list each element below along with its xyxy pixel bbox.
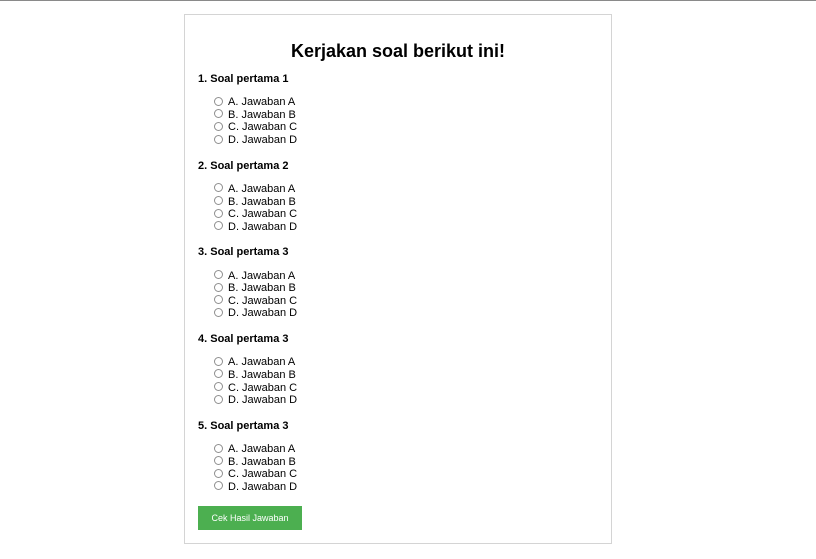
answer-option-c[interactable]: C. Jawaban C bbox=[214, 295, 297, 308]
answer-label: C. Jawaban C bbox=[228, 208, 298, 221]
answer-option-b[interactable]: B. Jawaban B bbox=[214, 195, 297, 208]
answer-label: A. Jawaban A bbox=[228, 182, 296, 195]
radio-button[interactable] bbox=[214, 121, 223, 131]
radio-button[interactable] bbox=[214, 481, 223, 491]
check-answers-button[interactable]: Cek Hasil Jawaban bbox=[198, 506, 302, 530]
answer-option-b[interactable]: B. Jawaban B bbox=[214, 455, 297, 468]
answer-option-c[interactable]: C. Jawaban C bbox=[214, 121, 297, 134]
answer-label: D. Jawaban D bbox=[228, 220, 298, 233]
question-label: 3. Soal pertama 3 bbox=[198, 246, 289, 259]
answer-label: B. Jawaban B bbox=[228, 455, 296, 468]
answer-options: A. Jawaban A B. Jawaban B C. Jawaban C D… bbox=[214, 356, 297, 406]
question-2: 2. Soal pertama 2 A. Jawaban A B. Jawaba… bbox=[198, 159, 598, 246]
answer-option-c[interactable]: C. Jawaban C bbox=[214, 208, 297, 221]
question-label: 4. Soal pertama 3 bbox=[198, 333, 289, 346]
radio-button[interactable] bbox=[214, 208, 223, 218]
answer-option-d[interactable]: D. Jawaban D bbox=[214, 134, 297, 147]
radio-button[interactable] bbox=[214, 270, 223, 280]
radio-button[interactable] bbox=[214, 282, 223, 292]
radio-button[interactable] bbox=[214, 382, 223, 392]
answer-option-a[interactable]: A. Jawaban A bbox=[214, 183, 297, 196]
answer-label: A. Jawaban A bbox=[228, 96, 296, 109]
question-label: 1. Soal pertama 1 bbox=[198, 73, 289, 85]
answer-options: A. Jawaban A B. Jawaban B C. Jawaban C D… bbox=[214, 269, 297, 319]
answer-option-b[interactable]: B. Jawaban B bbox=[214, 282, 297, 295]
top-divider bbox=[0, 0, 816, 1]
answer-label: B. Jawaban B bbox=[228, 108, 296, 121]
radio-button[interactable] bbox=[214, 356, 223, 366]
question-4: 4. Soal pertama 3 A. Jawaban A B. Jawaba… bbox=[198, 332, 598, 419]
question-5: 5. Soal pertama 3 A. Jawaban A B. Jawaba… bbox=[198, 419, 598, 506]
answer-option-a[interactable]: A. Jawaban A bbox=[214, 443, 297, 456]
answer-label: C. Jawaban C bbox=[228, 381, 298, 394]
radio-button[interactable] bbox=[214, 109, 223, 119]
radio-button[interactable] bbox=[214, 468, 223, 478]
answer-label: B. Jawaban B bbox=[228, 195, 296, 208]
answer-options: A. Jawaban A B. Jawaban B C. Jawaban C D… bbox=[214, 443, 297, 493]
answer-label: C. Jawaban C bbox=[228, 294, 298, 307]
answer-option-b[interactable]: B. Jawaban B bbox=[214, 109, 297, 122]
answer-label: B. Jawaban B bbox=[228, 368, 296, 381]
answer-label: A. Jawaban A bbox=[228, 443, 296, 456]
quiz-card: Kerjakan soal berikut ini! 1. Soal perta… bbox=[184, 14, 612, 544]
answer-option-a[interactable]: A. Jawaban A bbox=[214, 269, 297, 282]
radio-button[interactable] bbox=[214, 295, 223, 305]
page-title: Kerjakan soal berikut ini! bbox=[290, 41, 506, 61]
question-list: 1. Soal pertama 1 A. Jawaban A B. Jawaba… bbox=[198, 72, 598, 505]
answer-options: A. Jawaban A B. Jawaban B C. Jawaban C D… bbox=[214, 183, 297, 233]
answer-label: C. Jawaban C bbox=[228, 468, 298, 481]
answer-label: A. Jawaban A bbox=[228, 269, 296, 282]
answer-option-c[interactable]: C. Jawaban C bbox=[214, 381, 297, 394]
answer-option-d[interactable]: D. Jawaban D bbox=[214, 481, 297, 494]
answer-option-a[interactable]: A. Jawaban A bbox=[214, 356, 297, 369]
radio-button[interactable] bbox=[214, 307, 223, 317]
answer-label: D. Jawaban D bbox=[228, 134, 298, 147]
answer-label: D. Jawaban D bbox=[228, 394, 298, 407]
question-1: 1. Soal pertama 1 A. Jawaban A B. Jawaba… bbox=[198, 72, 598, 159]
radio-button[interactable] bbox=[214, 443, 223, 453]
radio-button[interactable] bbox=[214, 456, 223, 466]
radio-button[interactable] bbox=[214, 369, 223, 379]
answer-option-d[interactable]: D. Jawaban D bbox=[214, 220, 297, 233]
answer-label: C. Jawaban C bbox=[228, 121, 298, 134]
question-label: 2. Soal pertama 2 bbox=[198, 159, 289, 172]
radio-button[interactable] bbox=[214, 96, 223, 106]
answer-options: A. Jawaban A B. Jawaban B C. Jawaban C D… bbox=[214, 96, 297, 146]
answer-option-c[interactable]: C. Jawaban C bbox=[214, 468, 297, 481]
answer-label: D. Jawaban D bbox=[228, 480, 298, 493]
answer-label: D. Jawaban D bbox=[228, 307, 298, 320]
question-3: 3. Soal pertama 3 A. Jawaban A B. Jawaba… bbox=[198, 245, 598, 332]
answer-option-d[interactable]: D. Jawaban D bbox=[214, 394, 297, 407]
answer-label: A. Jawaban A bbox=[228, 356, 296, 369]
question-label: 5. Soal pertama 3 bbox=[198, 419, 289, 432]
radio-button[interactable] bbox=[214, 134, 223, 144]
radio-button[interactable] bbox=[214, 183, 223, 193]
radio-button[interactable] bbox=[214, 394, 223, 404]
answer-option-d[interactable]: D. Jawaban D bbox=[214, 307, 297, 320]
answer-option-a[interactable]: A. Jawaban A bbox=[214, 96, 297, 109]
answer-option-b[interactable]: B. Jawaban B bbox=[214, 369, 297, 382]
radio-button[interactable] bbox=[214, 196, 223, 206]
radio-button[interactable] bbox=[214, 221, 223, 231]
answer-label: B. Jawaban B bbox=[228, 282, 296, 295]
